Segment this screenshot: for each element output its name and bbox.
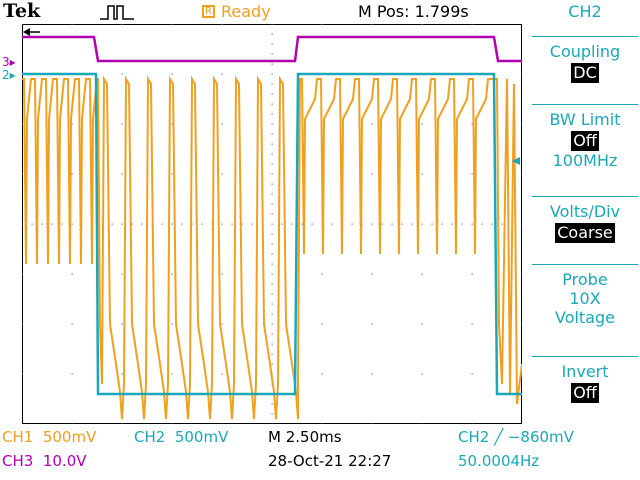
menu-divider	[532, 356, 638, 357]
probe-type: Voltage	[554, 308, 615, 327]
readout-bar: CH1 500mV CH2 500mV M 2.50ms CH2 ╱ −860m…	[0, 426, 640, 480]
menu-divider	[532, 264, 638, 265]
coupling-label: Coupling	[549, 42, 621, 61]
menu-divider	[532, 104, 638, 105]
acquisition-status: R Ready	[202, 2, 271, 21]
ch1-scale: CH1 500mV	[2, 428, 97, 446]
bw-limit-menu-button[interactable]: BW Limit Off 100MHz	[530, 104, 640, 170]
menu-divider	[532, 36, 638, 37]
probe-value: 10X	[569, 289, 601, 308]
invert-label: Invert	[561, 362, 609, 381]
top-status-bar: Tek R Ready M Pos: 1.799s	[0, 0, 530, 24]
timebase: M 2.50ms	[268, 428, 342, 446]
status-label: Ready	[221, 2, 271, 21]
ch2-scale: CH2 500mV	[134, 428, 229, 446]
ch2-marker[interactable]: 2▸	[2, 68, 16, 82]
bw-limit-frequency: 100MHz	[552, 151, 618, 170]
ready-icon: R	[202, 5, 215, 18]
side-menu: CH2 Coupling DC BW Limit Off 100MHz Volt…	[530, 0, 640, 480]
brand-logo: Tek	[3, 0, 41, 22]
ch3-marker[interactable]: 3▸	[2, 55, 16, 69]
ch3-marker-label: 3	[2, 55, 10, 69]
bw-limit-value: Off	[571, 131, 599, 151]
coupling-menu-button[interactable]: Coupling DC	[530, 36, 640, 83]
volts-div-label: Volts/Div	[549, 202, 621, 221]
probe-label: Probe	[562, 270, 608, 289]
coupling-value: DC	[571, 63, 599, 83]
invert-value: Off	[571, 383, 599, 403]
trigger-pulse-icon	[100, 5, 134, 20]
ch3-scale: CH3 10.0V	[2, 452, 87, 470]
arrow-right-icon: ▸	[9, 68, 16, 82]
waveform-display	[22, 24, 522, 424]
probe-menu-button[interactable]: Probe 10X Voltage	[530, 264, 640, 327]
trigger-readout: CH2 ╱ −860mV	[458, 428, 574, 446]
arrow-right-icon: ▸	[9, 55, 16, 69]
menu-title: CH2	[568, 2, 602, 21]
bw-limit-label: BW Limit	[549, 110, 621, 129]
trigger-frequency: 50.0004Hz	[458, 452, 540, 470]
volts-div-menu-button[interactable]: Volts/Div Coarse	[530, 196, 640, 243]
menu-divider	[532, 196, 638, 197]
volts-div-value: Coarse	[555, 223, 615, 243]
date-time: 28-Oct-21 22:27	[268, 452, 392, 470]
horizontal-position: M Pos: 1.799s	[358, 2, 469, 21]
ch2-marker-label: 2	[2, 68, 10, 82]
invert-menu-button[interactable]: Invert Off	[530, 356, 640, 403]
